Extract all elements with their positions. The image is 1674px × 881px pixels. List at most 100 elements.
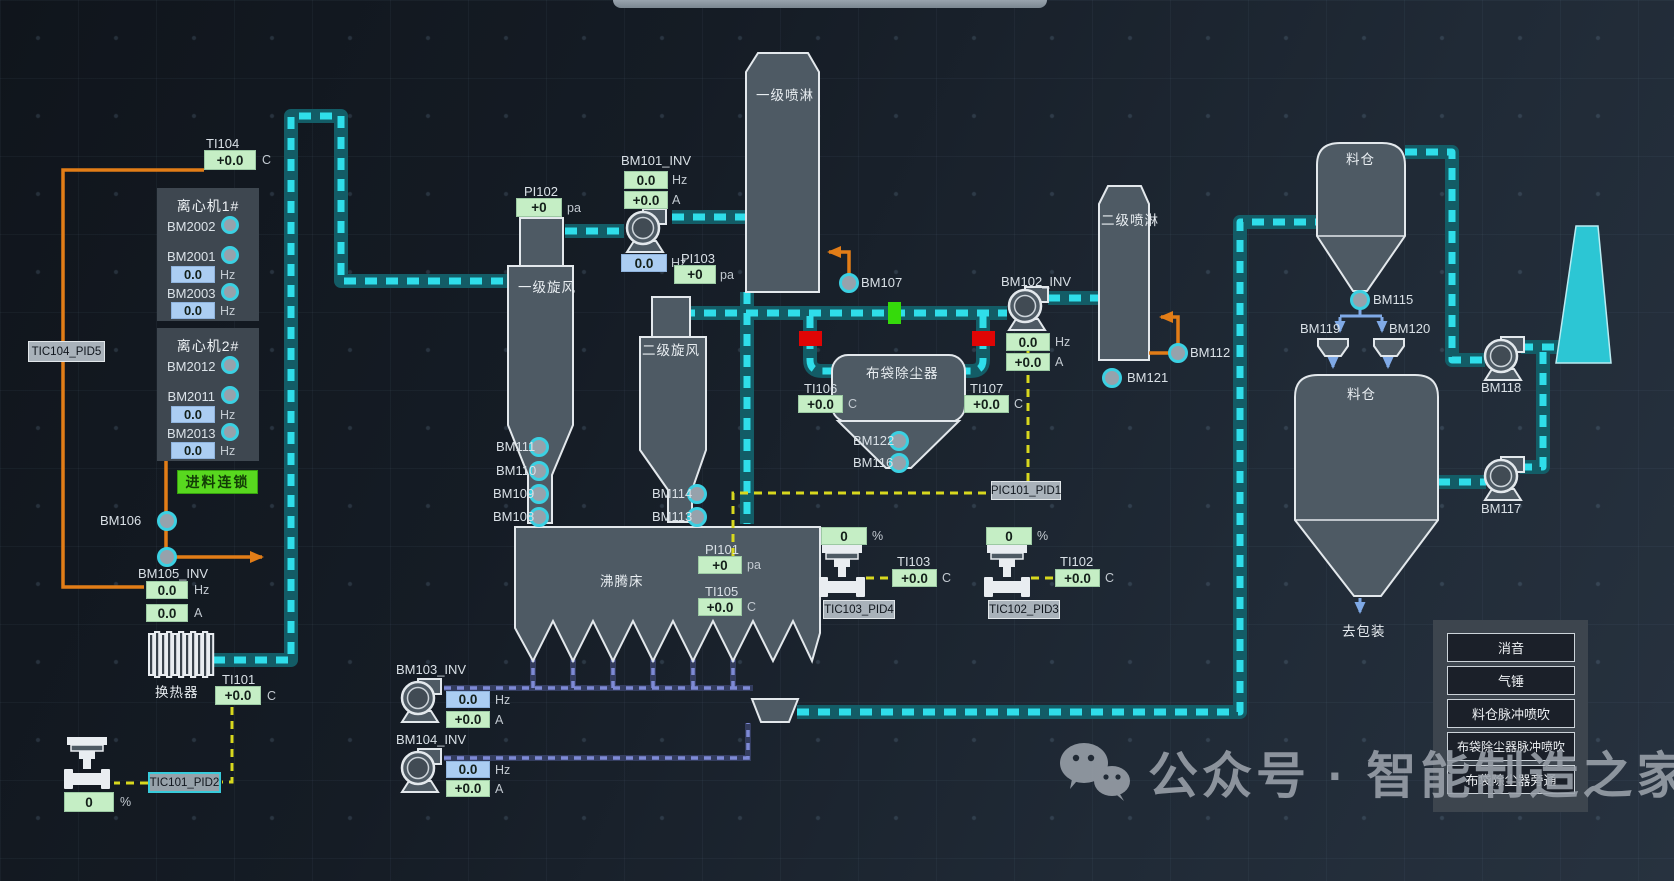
bm102-hz-unit: Hz	[1055, 335, 1070, 349]
pi103-value: +0	[674, 265, 716, 284]
bm107-indicator[interactable]	[841, 275, 858, 292]
bm116-label: BM116	[853, 456, 893, 470]
feed-interlock-button[interactable]: 进料连锁	[177, 470, 258, 494]
valve-tic102[interactable]	[984, 545, 1030, 597]
bm102-inv-label: BM102_INV	[1001, 275, 1071, 289]
pi102-unit: pa	[567, 201, 581, 215]
ti107-label: TI107	[970, 382, 1003, 396]
silo-pulse-blow-button[interactable]: 料仓脉冲喷吹	[1447, 699, 1575, 728]
bag-filter-pulse-blow-button[interactable]: 布袋除尘器脉冲喷吹	[1447, 732, 1575, 761]
fan-bm118[interactable]	[1485, 337, 1524, 380]
pi102-label: PI102	[524, 185, 558, 199]
ti105-label: TI105	[705, 585, 738, 599]
bm102-amp-unit: A	[1055, 355, 1063, 369]
ti102-value: +0.0	[1055, 569, 1100, 587]
bm101-amp-unit: A	[672, 193, 680, 207]
tic101-output-unit: %	[120, 795, 131, 809]
valve-tic101[interactable]	[64, 737, 110, 789]
main-duct-valve[interactable]	[888, 302, 901, 324]
tic102-output-value: 0	[986, 527, 1032, 545]
air-hammer-button[interactable]: 气锤	[1447, 666, 1575, 695]
ti103-value: +0.0	[892, 569, 937, 587]
tic101-pid2-button[interactable]: TIC101_PID2	[148, 772, 221, 793]
cyclone-1-inlet	[520, 218, 563, 266]
heat-exchanger-label: 换热器	[155, 681, 199, 701]
top-title-bar-sliver	[613, 0, 1047, 8]
bm105-inv-label: BM105_INV	[138, 567, 208, 581]
bm2012-indicator[interactable]	[221, 356, 239, 374]
tic104-pid5-button[interactable]: TIC104_PID5	[28, 341, 105, 362]
bm110-label: BM110	[496, 464, 536, 478]
control-button-panel: 消音 气锤 料仓脉冲喷吹 布袋除尘器脉冲喷吹 布袋除尘器旁通	[1433, 620, 1588, 812]
bm115-indicator[interactable]	[1352, 292, 1369, 309]
bm2011-indicator[interactable]	[221, 386, 239, 404]
silo-main-label: 料仓	[1347, 383, 1376, 403]
bm101-hz-unit: Hz	[672, 173, 687, 187]
bm104-hz-unit: Hz	[495, 763, 510, 777]
bag-filter-inlet-valve-right[interactable]	[972, 331, 995, 346]
bm113-label: BM113	[652, 510, 692, 524]
pi102-value: +0	[516, 198, 562, 217]
bm101-amp-value: +0.0	[624, 191, 668, 209]
ti102-label: TI102	[1060, 555, 1093, 569]
bm102-hz-value: 0.0	[1006, 333, 1050, 351]
bm119-label: BM119	[1300, 322, 1340, 336]
silo-main-body	[1295, 375, 1438, 596]
tic103-pid4-button[interactable]: TIC103_PID4	[823, 600, 895, 619]
bm106-indicator[interactable]	[159, 513, 176, 530]
fan-bm101[interactable]	[627, 209, 666, 252]
tic103-output-value: 0	[821, 527, 867, 545]
bm105-amp-unit: A	[194, 606, 202, 620]
centrifuge-1-panel: 离心机1# BM2002 BM2001 0.0 Hz BM2003 0.0 Hz	[157, 188, 259, 321]
fluid-bed-label: 沸腾床	[600, 570, 644, 590]
bm104-amp-unit: A	[495, 782, 503, 796]
hopper-bm119	[1318, 339, 1348, 356]
bm105-hz-unit: Hz	[194, 583, 209, 597]
bm112-label: BM112	[1190, 346, 1230, 360]
valve-tic103[interactable]	[819, 545, 865, 597]
bm103-hz-value: 0.0	[446, 691, 490, 708]
bm2003-indicator[interactable]	[221, 283, 239, 301]
ti106-label: TI106	[804, 382, 837, 396]
ti106-value: +0.0	[798, 395, 843, 413]
bm122-label: BM122	[853, 434, 894, 448]
cyclone-1-label: 一级旋风	[518, 276, 576, 296]
ti104-value: +0.0	[204, 150, 256, 170]
bm105-junction-indicator[interactable]	[159, 549, 176, 566]
bm104-inv-label: BM104_INV	[396, 733, 466, 747]
bm2001-indicator[interactable]	[221, 246, 239, 264]
tic102-pid3-button[interactable]: TIC102_PID3	[988, 600, 1060, 619]
fluid-bed-body	[515, 527, 820, 661]
ti101-unit: C	[267, 689, 276, 703]
fan-bm103[interactable]	[402, 679, 441, 722]
to-packaging-label: 去包装	[1342, 620, 1386, 640]
bm121-indicator[interactable]	[1104, 370, 1121, 387]
bm103-amp-unit: A	[495, 713, 503, 727]
ti102-unit: C	[1105, 571, 1114, 585]
bm117-label: BM117	[1481, 502, 1521, 516]
pic101-pid1-button[interactable]: PIC101_PID1	[991, 481, 1061, 500]
bm112-indicator[interactable]	[1170, 345, 1187, 362]
bag-filter-bypass-button[interactable]: 布袋除尘器旁通	[1447, 765, 1575, 794]
bm2002-label: BM2002	[167, 219, 215, 234]
bm109-label: BM109	[493, 487, 534, 501]
bm2011-label: BM2011	[167, 389, 215, 404]
mute-button[interactable]: 消音	[1447, 633, 1575, 662]
fan-bm104[interactable]	[402, 749, 441, 792]
fan-bm117[interactable]	[1485, 457, 1524, 500]
bm2002-indicator[interactable]	[221, 216, 239, 234]
bm120-label: BM120	[1389, 322, 1430, 336]
bm2013-indicator[interactable]	[221, 423, 239, 441]
ti104-unit: C	[262, 153, 271, 167]
spray-tower-1-label: 一级喷淋	[756, 84, 814, 104]
bag-filter-inlet-valve-left[interactable]	[799, 331, 822, 346]
tic101-output-value: 0	[64, 792, 114, 812]
bm2011-hz-value: 0.0	[171, 406, 215, 423]
pi101-value: +0	[698, 556, 742, 574]
air-pipes	[444, 659, 753, 758]
bm2001-label: BM2001	[167, 249, 215, 264]
silo-top-label: 料仓	[1346, 148, 1375, 168]
fan-bm102[interactable]	[1009, 287, 1048, 330]
bm104-amp-value: +0.0	[446, 780, 490, 797]
ti105-unit: C	[747, 600, 756, 614]
